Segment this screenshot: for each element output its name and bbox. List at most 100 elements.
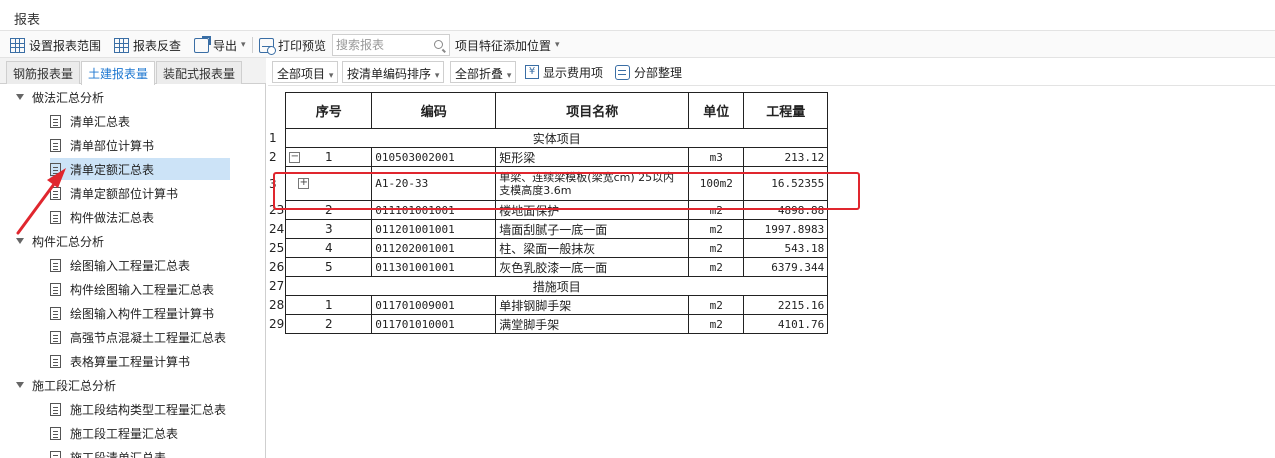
grid-icon bbox=[10, 37, 25, 53]
table-row[interactable]: 26 5 011301001001 灰色乳胶漆一底一面 m2 6379.344 bbox=[268, 257, 829, 277]
seq-cell: + bbox=[285, 166, 373, 201]
sort-dropdown[interactable]: 按清单编码排序 ▾ bbox=[342, 61, 445, 83]
expand-triangle-icon[interactable] bbox=[16, 238, 24, 244]
feature-position-dropdown[interactable]: 项目特征添加位置 ▾ bbox=[455, 35, 560, 55]
search-field bbox=[332, 34, 450, 56]
row-number: 28 bbox=[268, 295, 287, 315]
document-icon bbox=[50, 450, 61, 458]
qty-cell: 2215.16 bbox=[743, 295, 829, 315]
table-row[interactable]: 2−1 010503002001 矩形梁 m3 213.12 bbox=[268, 147, 829, 167]
name-cell: 柱、梁面一般抹灰 bbox=[495, 238, 690, 258]
tab-civil[interactable]: 土建报表量 bbox=[81, 61, 156, 85]
table-row[interactable]: 28 1 011701009001 单排钢脚手架 m2 2215.16 bbox=[268, 295, 829, 315]
section-organize-button[interactable]: 分部整理 bbox=[615, 62, 682, 82]
chevron-down-icon: ▾ bbox=[555, 40, 560, 50]
section-organize-label: 分部整理 bbox=[634, 65, 683, 80]
table-row[interactable]: 3 + A1-20-33 单梁、连续梁模板(梁宽cm) 25以内 支模高度3.6m 10… bbox=[268, 166, 829, 201]
row-number: 1 bbox=[268, 128, 287, 148]
section-row[interactable]: 1 实体项目 bbox=[268, 128, 829, 148]
seq-cell: 4 bbox=[285, 238, 373, 258]
document-icon bbox=[50, 402, 61, 416]
chevron-down-icon: ▾ bbox=[506, 71, 512, 81]
document-icon bbox=[50, 114, 61, 128]
document-icon bbox=[50, 186, 61, 200]
name-cell: 单排钢脚手架 bbox=[495, 295, 690, 315]
row-number: 25 bbox=[268, 238, 287, 258]
tree-group[interactable]: 施工段汇总分析 bbox=[16, 374, 116, 396]
report-table-body: 1 实体项目 2−1 010503002001 矩形梁 m3 213.12 3 + A1-20-3… bbox=[268, 128, 829, 334]
tree-item[interactable]: 表格算量工程量计算书 bbox=[50, 350, 190, 372]
tree-item-label: 构件做法汇总表 bbox=[70, 210, 155, 225]
tab-prefab[interactable]: 装配式报表量 bbox=[156, 61, 243, 84]
all-items-label: 全部项目 bbox=[277, 67, 326, 81]
tree-group[interactable]: 做法汇总分析 bbox=[16, 86, 104, 108]
document-icon bbox=[50, 306, 61, 320]
unit-cell: m2 bbox=[688, 295, 745, 315]
code-cell: 011301001001 bbox=[371, 257, 497, 277]
reverse-check-button[interactable]: 报表反查 bbox=[114, 35, 181, 55]
table-header-row: 序号 编码 项目名称 单位 工程量 bbox=[268, 92, 829, 129]
row-number: 29 bbox=[268, 314, 287, 334]
table-row[interactable]: 25 4 011202001001 柱、梁面一般抹灰 m2 543.18 bbox=[268, 238, 829, 258]
tree-item[interactable]: 施工段结构类型工程量汇总表 bbox=[50, 398, 226, 420]
tree-item[interactable]: 高强节点混凝土工程量汇总表 bbox=[50, 326, 226, 348]
search-input[interactable] bbox=[333, 35, 429, 55]
tree-item[interactable]: 清单汇总表 bbox=[50, 110, 130, 132]
chevron-down-icon: ▾ bbox=[328, 71, 334, 81]
print-preview-button[interactable]: 打印预览 bbox=[259, 35, 326, 55]
expand-icon[interactable]: + bbox=[298, 178, 310, 189]
report-table: 序号 编码 项目名称 单位 工程量 1 实体项目 2−1 010503002001 矩形… bbox=[268, 92, 829, 334]
collapse-dropdown[interactable]: 全部折叠 ▾ bbox=[450, 61, 517, 83]
export-icon bbox=[194, 35, 211, 53]
section-title: 措施项目 bbox=[285, 276, 829, 296]
all-items-dropdown[interactable]: 全部项目 ▾ bbox=[272, 61, 339, 83]
tree-item-label: 绘图输入工程量汇总表 bbox=[70, 258, 191, 273]
table-row[interactable]: 24 3 011201001001 墙面刮腻子一底一面 m2 1997.8983 bbox=[268, 219, 829, 239]
seq-cell: 3 bbox=[285, 219, 373, 239]
table-row[interactable]: 29 2 011701010001 满堂脚手架 m2 4101.76 bbox=[268, 314, 829, 334]
unit-cell: m3 bbox=[688, 147, 745, 167]
code-cell: 011701010001 bbox=[371, 314, 497, 334]
tree-item[interactable]: 构件做法汇总表 bbox=[50, 206, 154, 228]
expand-triangle-icon[interactable] bbox=[16, 382, 24, 388]
document-icon bbox=[50, 138, 61, 152]
tree-item-label: 施工段结构类型工程量汇总表 bbox=[70, 402, 227, 417]
name-cell: 墙面刮腻子一底一面 bbox=[495, 219, 690, 239]
tree-item[interactable]: 施工段清单汇总表 bbox=[50, 446, 166, 458]
tree-item[interactable]: 绘图输入构件工程量计算书 bbox=[50, 302, 214, 324]
search-icon[interactable] bbox=[434, 40, 443, 49]
qty-cell: 6379.344 bbox=[743, 257, 829, 277]
tree-item[interactable]: 清单定额部位计算书 bbox=[50, 182, 178, 204]
organize-icon bbox=[615, 64, 630, 80]
chevron-down-icon: ▾ bbox=[434, 71, 440, 81]
set-range-button[interactable]: 设置报表范围 bbox=[10, 35, 101, 55]
tree-item[interactable]: 施工段工程量汇总表 bbox=[50, 422, 178, 444]
collapse-icon[interactable]: − bbox=[289, 152, 301, 163]
tree-group[interactable]: 构件汇总分析 bbox=[16, 230, 104, 252]
tree-item-label: 施工段汇总分析 bbox=[32, 378, 117, 393]
qty-cell: 16.52355 bbox=[743, 166, 829, 201]
tree-item-label: 施工段工程量汇总表 bbox=[70, 426, 179, 441]
tree-item[interactable]: 绘图输入工程量汇总表 bbox=[50, 254, 190, 276]
header-unit: 单位 bbox=[688, 92, 745, 129]
table-row[interactable]: 23 2 011101001001 楼地面保护 m2 4898.88 bbox=[268, 200, 829, 220]
tab-rebar[interactable]: 钢筋报表量 bbox=[6, 61, 81, 84]
unit-cell: m2 bbox=[688, 200, 745, 220]
name-cell: 单梁、连续梁模板(梁宽cm) 25以内 支模高度3.6m bbox=[495, 166, 690, 201]
export-button[interactable]: 导出 ▾ bbox=[194, 35, 246, 55]
row-number: 24 bbox=[268, 219, 287, 239]
code-cell: 011202001001 bbox=[371, 238, 497, 258]
code-cell: 010503002001 bbox=[371, 147, 497, 167]
unit-cell: m2 bbox=[688, 257, 745, 277]
expand-triangle-icon[interactable] bbox=[16, 94, 24, 100]
tree-item[interactable]: 清单部位计算书 bbox=[50, 134, 154, 156]
seq-cell: 5 bbox=[285, 257, 373, 277]
section-row[interactable]: 27 措施项目 bbox=[268, 276, 829, 296]
tree-item[interactable]: 构件绘图输入工程量汇总表 bbox=[50, 278, 214, 300]
row-number: 23 bbox=[268, 200, 287, 220]
tree-item-label: 做法汇总分析 bbox=[32, 90, 105, 105]
tree-item[interactable]: 清单定额汇总表 bbox=[50, 158, 230, 180]
show-cost-items-button[interactable]: ¥ 显示费用项 bbox=[525, 62, 603, 82]
name-cell: 楼地面保护 bbox=[495, 200, 690, 220]
yen-icon: ¥ bbox=[525, 65, 539, 79]
